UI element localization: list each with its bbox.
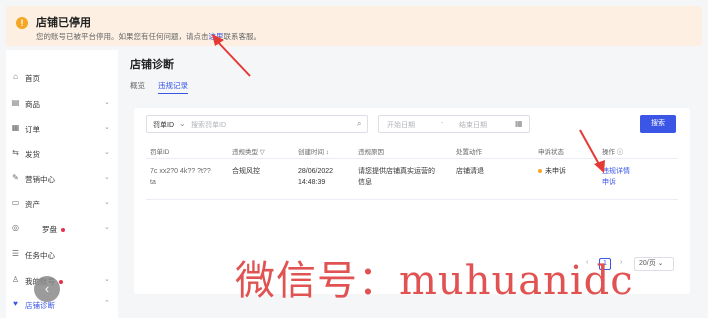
- sidebar-item-label: 店铺诊断: [25, 301, 55, 310]
- date-range-picker[interactable]: 开始日期 - 结束日期 ▦: [378, 115, 530, 133]
- home-icon: ⌂: [13, 72, 18, 81]
- ticket-search-input[interactable]: 罚单ID ⌄ 搜索罚单ID ⌕: [146, 115, 368, 133]
- chevron-down-icon: ⌄: [104, 224, 110, 231]
- sidebar-item-marketing[interactable]: ✎ 营销中心 ⌄: [6, 168, 118, 188]
- sidebar-item-label: 任务中心: [25, 251, 55, 260]
- column-header-appeal-status: 申诉状态: [538, 149, 564, 156]
- sidebar: ⌂ 首页 ▤ 商品 ⌄ ▦ 订单 ⌄ ⇆ 发货 ⌄ ✎ 营销中心 ⌄ ▭ 资产 …: [6, 50, 118, 318]
- chevron-up-icon: ⌃: [104, 300, 110, 307]
- calendar-icon: ▦: [515, 119, 523, 128]
- sidebar-item-label: 商品: [25, 100, 40, 109]
- created-time-cell: 28/06/2022 14:48:39: [298, 166, 333, 188]
- chevron-down-icon: ⌄: [104, 149, 110, 156]
- search-button[interactable]: 搜索: [640, 115, 676, 133]
- asset-icon: ▭: [11, 198, 20, 207]
- sidebar-item-tasks[interactable]: ☰ 任务中心: [6, 244, 118, 264]
- sidebar-item-label: 资产: [25, 200, 40, 209]
- appeal-status-text: 未申诉: [545, 168, 566, 175]
- chevron-down-icon: ⌄: [104, 174, 110, 181]
- sidebar-item-account[interactable]: ♙ 我的账号 ⌄: [6, 270, 118, 290]
- task-icon: ☰: [11, 249, 20, 258]
- page: ! 店铺已停用 您的账号已被平台停用。如果您有任何问题，请点击这里联系客服。 ⌂…: [0, 0, 708, 318]
- chevron-down-icon: ⌄: [179, 119, 186, 128]
- appeal-link[interactable]: 申诉: [602, 177, 630, 188]
- page-title: 店铺诊断: [130, 59, 174, 71]
- ticket-id-line2: ta: [150, 179, 156, 186]
- search-icon: ⌕: [357, 119, 362, 128]
- truck-icon: ⇆: [12, 148, 19, 157]
- tab-overview[interactable]: 概览: [130, 80, 145, 91]
- created-date: 28/06/2022: [298, 168, 334, 175]
- start-date-placeholder: 开始日期: [387, 122, 415, 129]
- chevron-down-icon: ⌄: [104, 276, 110, 283]
- page-size-select[interactable]: 20/页 ⌄: [634, 257, 674, 271]
- sidebar-item-label: 订单: [25, 125, 40, 134]
- sidebar-item-orders[interactable]: ▦ 订单 ⌄: [6, 118, 118, 138]
- sidebar-item-products[interactable]: ▤ 商品 ⌄: [6, 93, 118, 113]
- sidebar-item-label: 营销中心: [25, 175, 55, 184]
- column-header-action: 处置动作: [456, 149, 482, 156]
- banner-title: 店铺已停用: [36, 17, 91, 29]
- diagnosis-icon: ♥: [13, 299, 18, 308]
- column-header-violation-type[interactable]: 违规类型 ▽: [232, 146, 265, 156]
- column-header-reason: 违规原因: [358, 149, 384, 156]
- status-dot: [538, 169, 542, 174]
- reason-line2: 信息: [358, 179, 372, 186]
- sidebar-item-shipping[interactable]: ⇆ 发货 ⌄: [6, 143, 118, 163]
- annotation-arrow-details: [579, 129, 605, 173]
- banner-desc-prefix: 您的账号已被平台停用。如果您有任何问题，请点击: [36, 32, 209, 41]
- chevron-down-icon: ⌄: [104, 99, 110, 106]
- created-clock: 14:48:39: [298, 179, 326, 186]
- notification-dot: [59, 280, 63, 285]
- tab-violation-records[interactable]: 违规记录: [158, 80, 188, 94]
- sidebar-item-label: 发货: [25, 150, 40, 159]
- column-header-created-time[interactable]: 创建时间 ↕: [298, 146, 329, 156]
- sidebar-item-diagnosis[interactable]: ♥ 店铺诊断 ⌃: [6, 294, 118, 314]
- watermark-text: 微信号：muhuanidc: [235, 258, 634, 304]
- search-placeholder: 搜索罚单ID: [191, 122, 226, 129]
- end-date-placeholder: 结束日期: [459, 122, 487, 129]
- chevron-down-icon: ⌄: [104, 199, 110, 206]
- date-separator: -: [441, 120, 444, 127]
- marketing-icon: ✎: [12, 173, 19, 182]
- annotation-arrow-banner: [212, 34, 251, 77]
- appeal-status-cell: 未申诉: [538, 166, 566, 177]
- column-header-ticket-id: 罚单ID: [150, 149, 170, 156]
- violation-type-cell: 合规风控: [232, 168, 260, 175]
- sidebar-item-compass[interactable]: ◎ 罗盘 ⌄: [6, 218, 118, 238]
- sidebar-item-label: 罗盘: [42, 224, 65, 235]
- order-icon: ▦: [11, 123, 20, 132]
- ticket-id-select[interactable]: 罚单ID: [153, 120, 174, 130]
- suspension-banner: ! 店铺已停用 您的账号已被平台停用。如果您有任何问题，请点击这里联系客服。: [6, 6, 702, 46]
- ticket-id-cell: 7c xx2?0 4k?? ?t?? ta: [150, 166, 228, 188]
- notification-dot: [61, 228, 65, 233]
- box-icon: ▤: [11, 98, 20, 107]
- reason-line1: 请您提供店铺真实运营的: [358, 168, 435, 175]
- action-cell: 店铺清退: [456, 168, 484, 175]
- sidebar-item-label: 首页: [25, 74, 40, 83]
- sidebar-item-home[interactable]: ⌂ 首页: [6, 67, 118, 87]
- compass-icon: ◎: [12, 223, 19, 232]
- user-icon: ♙: [11, 275, 20, 284]
- sidebar-item-label-text: 罗盘: [42, 225, 57, 234]
- sidebar-item-assets[interactable]: ▭ 资产 ⌄: [6, 193, 118, 213]
- collapse-sidebar-button[interactable]: ‹: [34, 276, 60, 302]
- ticket-id-line1: 7c xx2?0 4k?? ?t??: [150, 168, 211, 175]
- chevron-down-icon: ⌄: [104, 124, 110, 131]
- violation-reason-cell: 请您提供店铺真实运营的 信息: [358, 166, 435, 188]
- warning-icon: !: [16, 17, 28, 29]
